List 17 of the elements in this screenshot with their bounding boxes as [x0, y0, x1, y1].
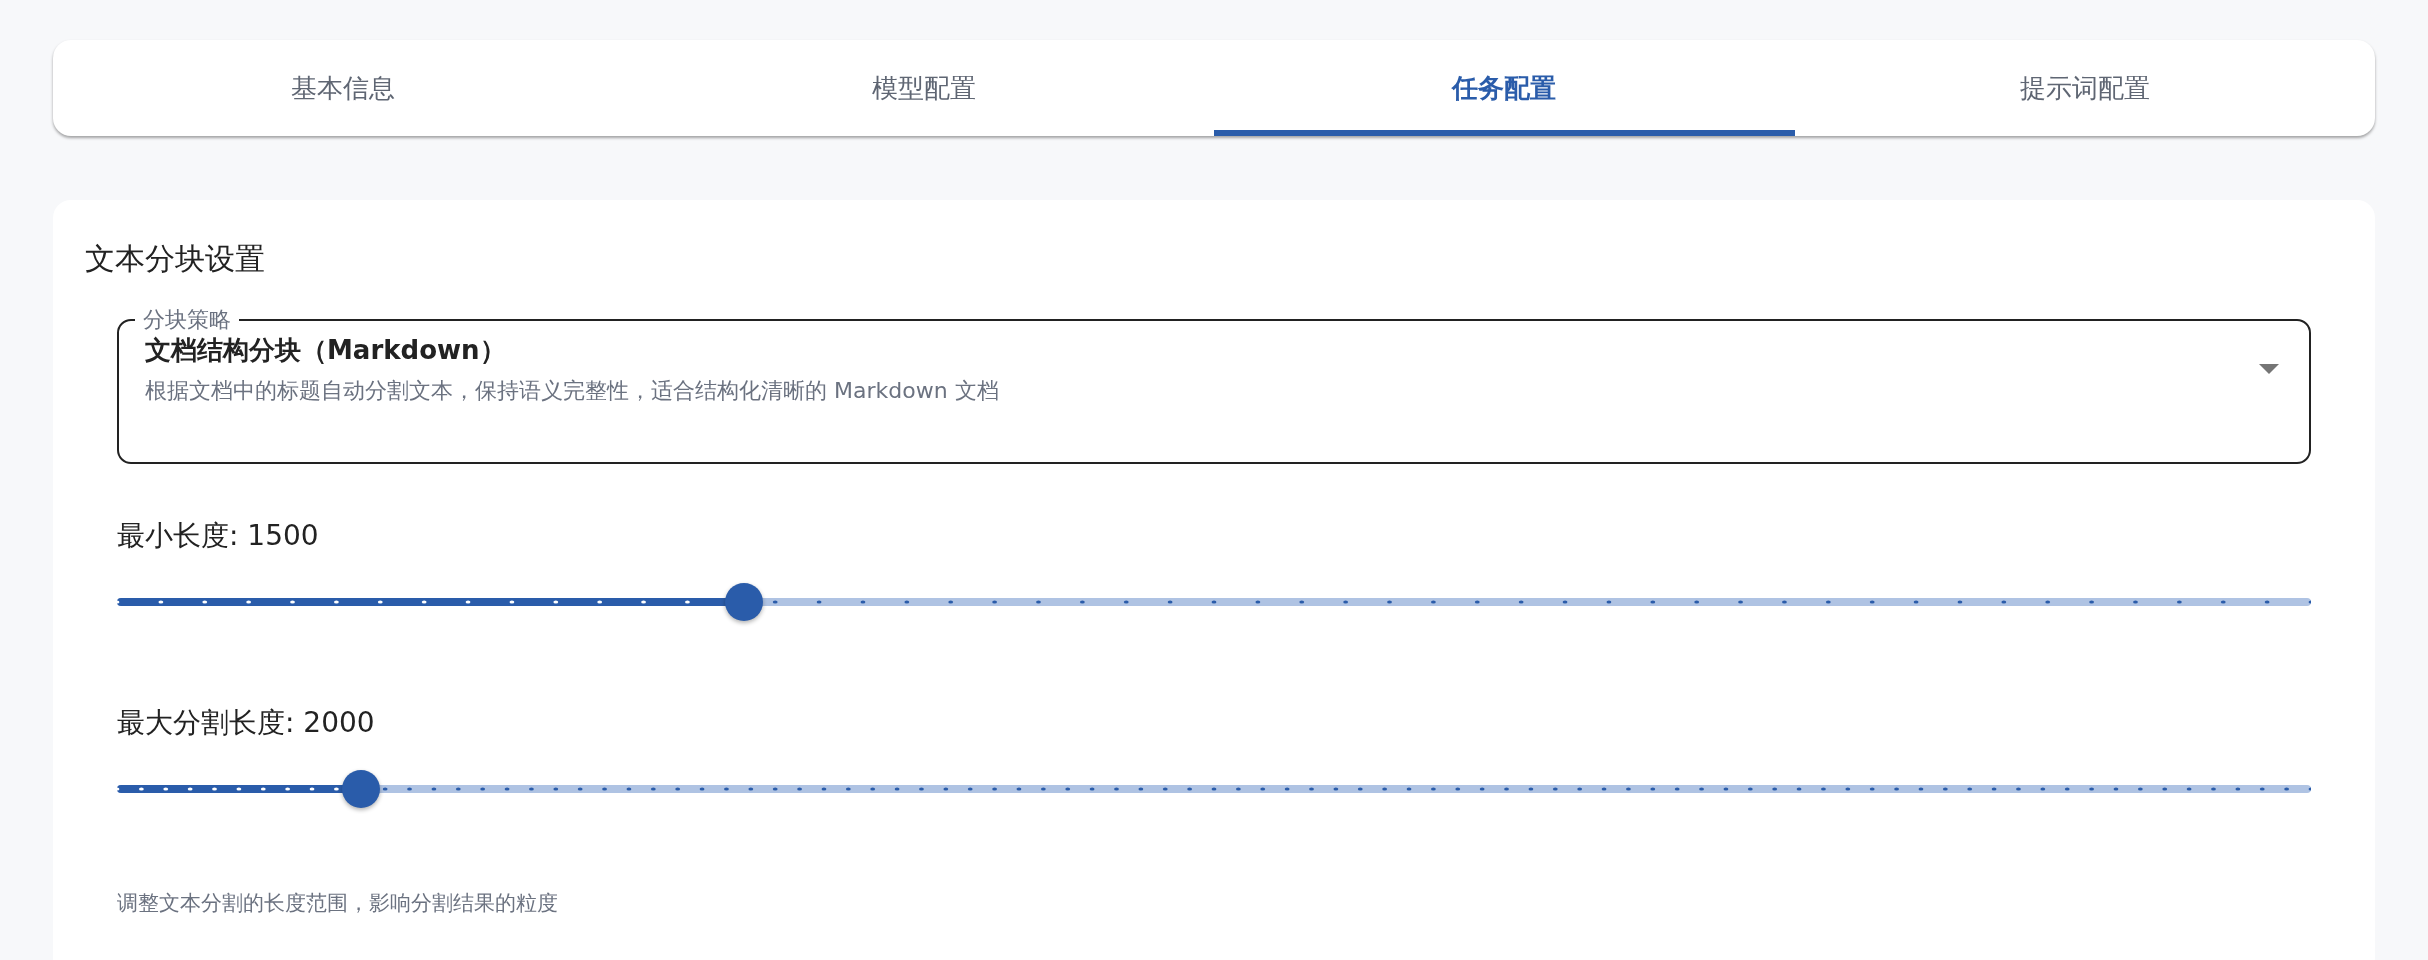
tab[interactable]: 模型配置	[633, 40, 1214, 136]
tab[interactable]: 基本信息	[53, 40, 634, 136]
section-title: 文本分块设置	[85, 240, 265, 278]
field-label: 分块策略	[142, 306, 232, 334]
slider-thumb[interactable]	[725, 583, 764, 621]
selected-value: 文档结构分块（Markdown）	[145, 334, 506, 367]
slider-thumb[interactable]	[341, 770, 380, 808]
tab[interactable]: 提示词配置	[1794, 40, 2375, 136]
slider-label: 最大分割长度: 2000	[117, 705, 375, 741]
tab[interactable]: 任务配置	[1214, 40, 1795, 136]
help-text: 调整文本分割的长度范围，影响分割结果的粒度	[117, 890, 558, 917]
option-description: 根据文档中的标题自动分割文本，保持语义完整性，适合结构化清晰的 Markdown 文档	[145, 376, 999, 404]
dropdown-caret-icon	[2259, 364, 2279, 374]
strategy-select[interactable]: 分块策略 文档结构分块（Markdown） 根据文档中的标题自动分割文本，保持语义完整性，适合结构化清晰的 Markdown 文档	[117, 306, 2311, 464]
slider-label: 最小长度: 1500	[117, 518, 319, 554]
slider-track[interactable]	[117, 785, 2311, 793]
slider-track[interactable]	[117, 598, 2311, 606]
